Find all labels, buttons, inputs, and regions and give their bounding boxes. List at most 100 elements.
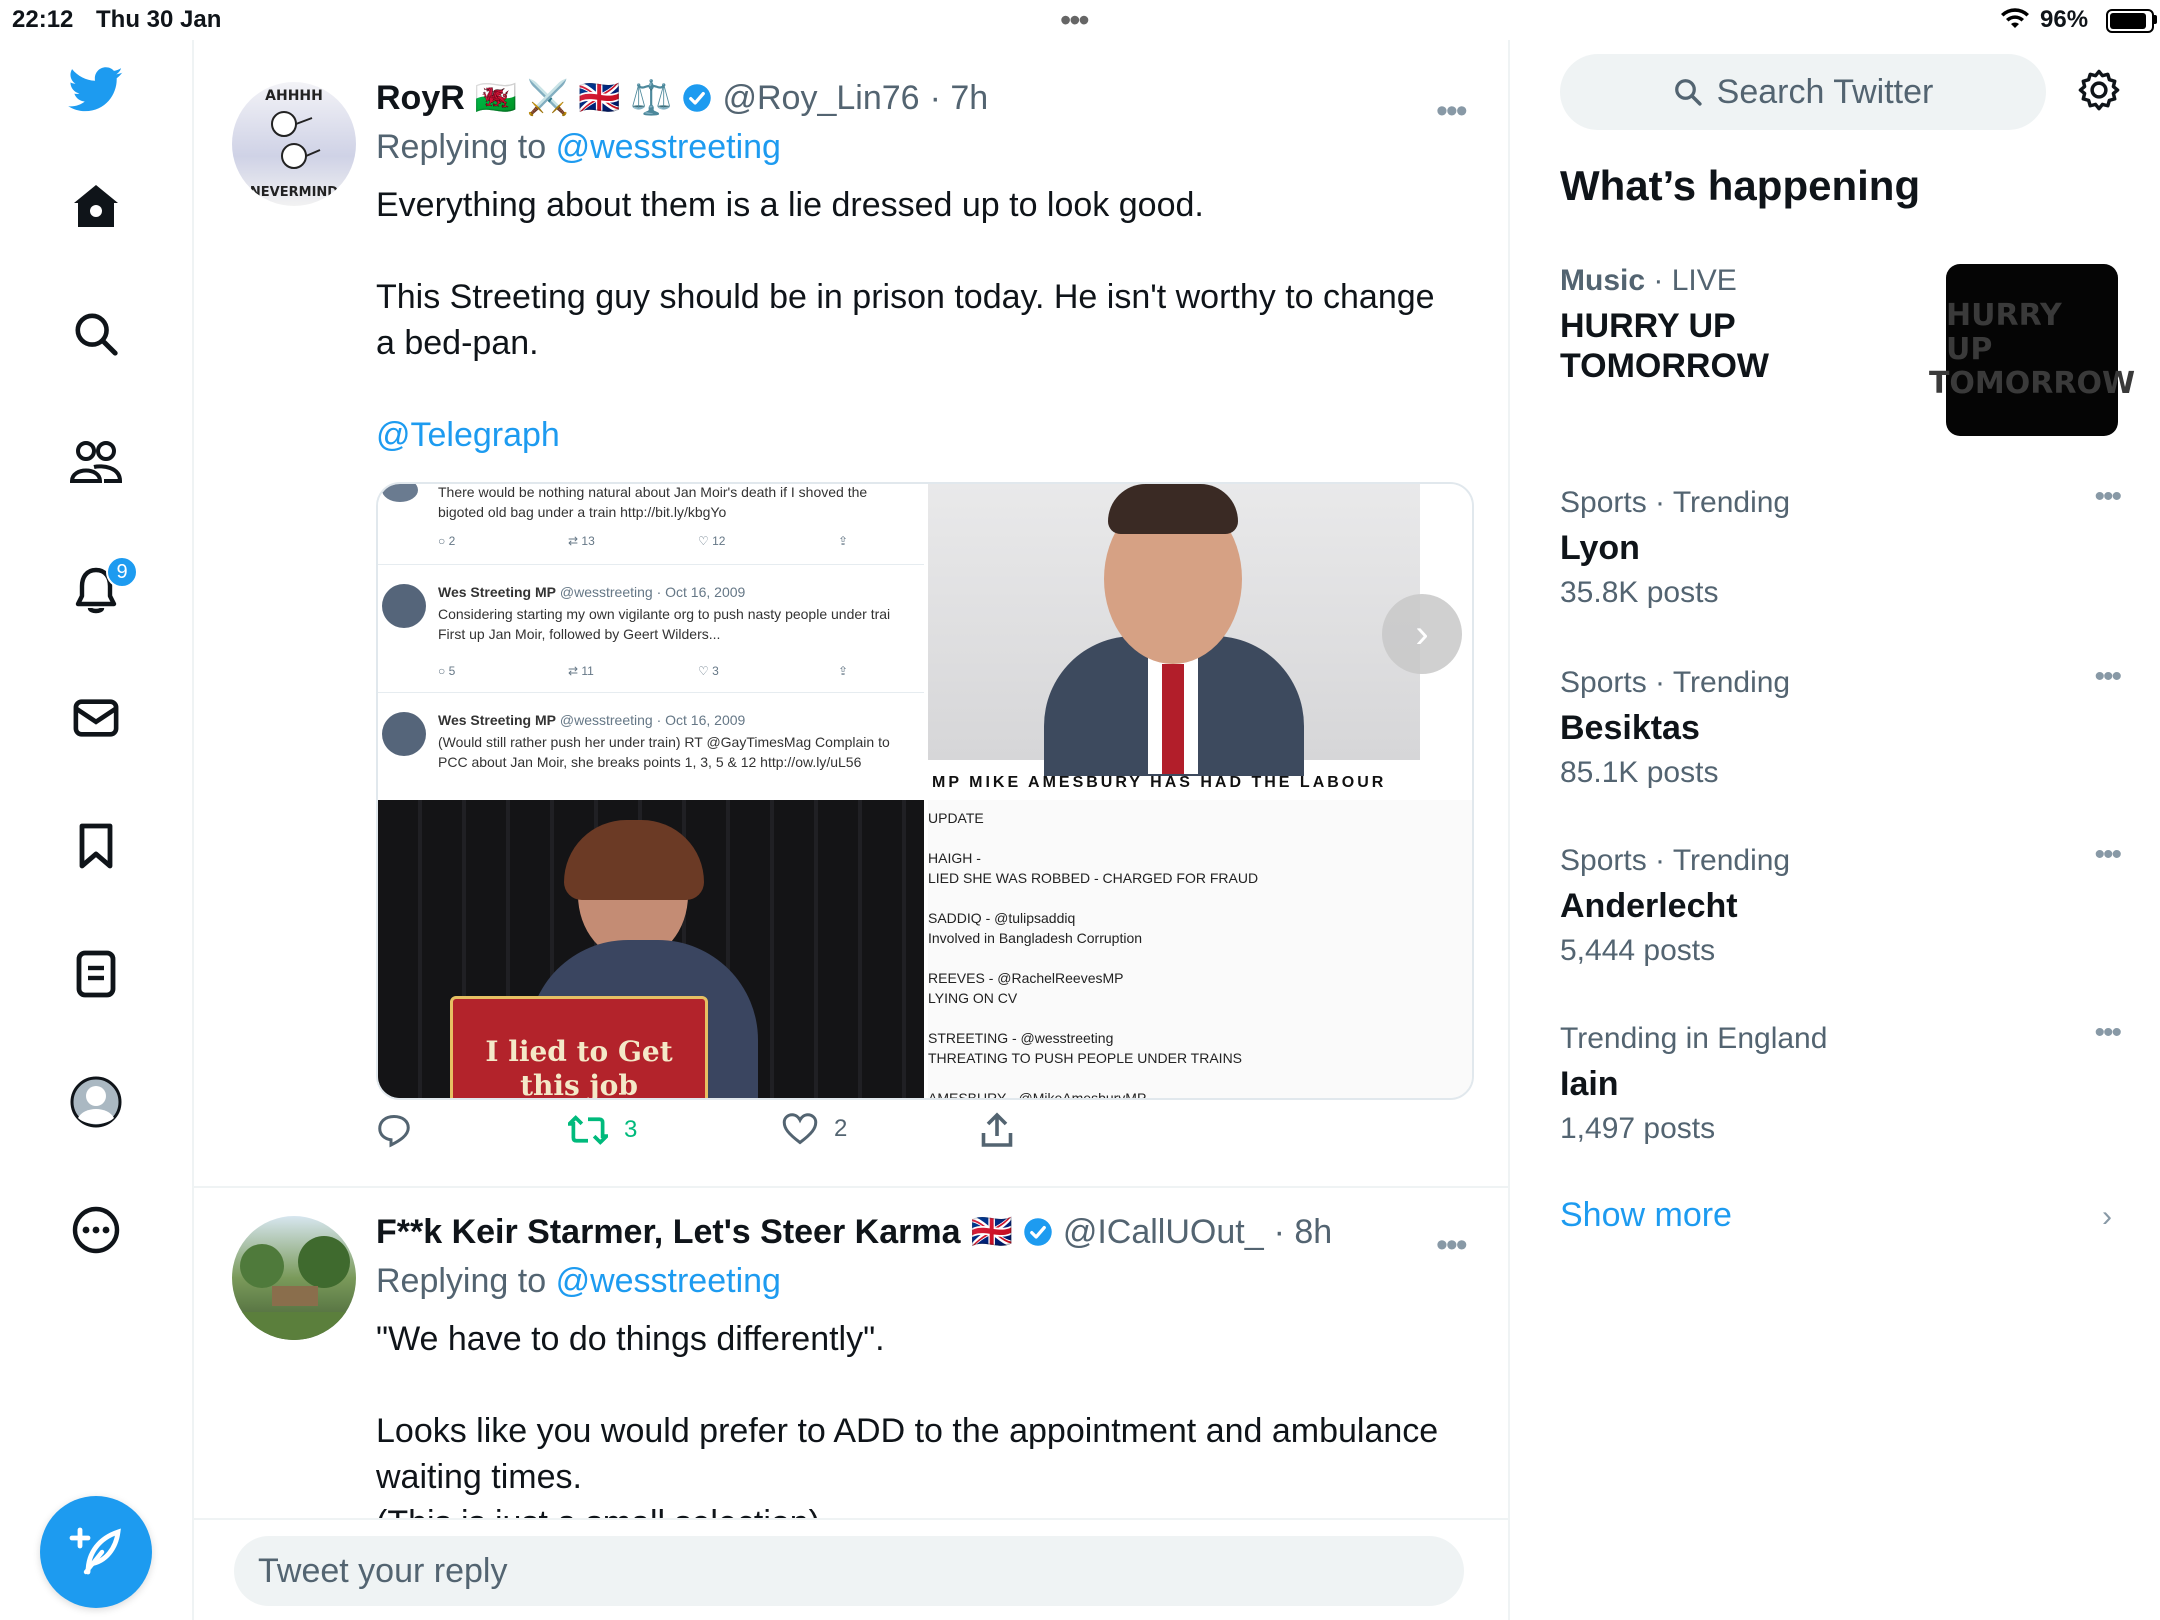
quoted-reply-count: 2 [448,534,456,548]
explore-search-icon[interactable] [60,298,132,370]
media-image-2[interactable]: MP MIKE AMESBURY HAS HAD THE LABOUR › [928,484,1472,796]
compose-tweet-button[interactable] [40,1496,152,1608]
tweet-actions: 3 2 [376,1112,1276,1156]
author-flags: 🇬🇧 [970,1213,1013,1251]
quoted-line: (Would still rather push her under train… [438,734,890,750]
retweet-button[interactable]: 3 [568,1112,637,1148]
trend-category: Sports · Trending [1560,844,1791,877]
tweet-header: RoyR 🏴󠁧󠁢󠁷󠁬󠁳󠁿 ⚔️ 🇬🇧 ⚖️ @Roy_Lin76 · 7h [376,78,988,118]
timeline: AHHHH NEVERMIND RoyR 🏴󠁧󠁢󠁷󠁬󠁳󠁿 ⚔️ 🇬🇧 ⚖️ @R… [194,40,1510,1620]
list-line: STREETING - @wesstreeting [928,1030,1114,1046]
carousel-next-chevron-icon[interactable]: › [1382,594,1462,674]
author-handle[interactable]: @Roy_Lin76 [722,79,919,118]
thumbnail-text: TOMORROW [1928,366,2136,401]
media-image-4[interactable]: UPDATE HAIGH - LIED SHE WAS ROBBED - CHA… [928,800,1472,1098]
verified-badge-icon [683,84,712,112]
tweet-time[interactable]: · 7h [930,79,989,118]
trend-name: Iain [1560,1065,1619,1103]
trend-live-item[interactable]: Music · LIVE HURRY UP TOMORROW HURRY UP … [1560,264,2135,436]
trend-count: 5,444 posts [1560,934,1716,967]
tweet-reply-input[interactable]: Tweet your reply [234,1536,1464,1606]
avatar-icalluout[interactable] [232,1216,356,1340]
trend-category: Sports · Trending [1560,486,1791,519]
media-image-1[interactable]: There would be nothing natural about Jan… [378,484,924,796]
trend-item-anderlecht[interactable]: Sports · Trending Anderlecht 5,444 posts… [1560,838,2122,968]
battery-tip [2154,15,2157,24]
tweet-media-grid[interactable]: There would be nothing natural about Jan… [376,482,1474,1100]
show-more-link[interactable]: Show more [1560,1196,1732,1235]
heart-icon [782,1113,818,1145]
trend-category: Trending in England [1560,1022,1828,1055]
avatar-text-bottom: NEVERMIND [250,185,338,200]
quoted-avatar [382,712,426,756]
messages-envelope-icon[interactable] [60,682,132,754]
quoted-handle: @wesstreeting · Oct 16, 2009 [559,584,746,600]
more-options-icon[interactable] [60,1194,132,1266]
tweet-more-icon[interactable]: ••• [1436,1226,1468,1265]
like-button[interactable]: 2 [782,1112,847,1146]
reply-bar: Tweet your reply [194,1518,1508,1620]
tweet-more-icon[interactable]: ••• [1436,92,1468,131]
quoted-handle: @wesstreeting · Oct 16, 2009 [559,712,746,728]
author-name[interactable]: F**k Keir Starmer, Let's Steer Karma [376,1213,960,1252]
author-handle[interactable]: @ICallUOut_ [1063,1213,1264,1252]
trend-more-icon[interactable]: ••• [2094,660,2121,694]
trend-more-icon[interactable]: ••• [2094,838,2121,872]
trend-more-icon[interactable]: ••• [2094,1016,2121,1050]
trend-item-besiktas[interactable]: Sports · Trending Besiktas 85.1K posts •… [1560,660,2122,790]
author-flags: 🏴󠁧󠁢󠁷󠁬󠁳󠁿 ⚔️ 🇬🇧 ⚖️ [474,79,673,117]
quoted-line: Considering starting my own vigilante or… [438,606,891,622]
live-thumbnail[interactable]: HURRY UP TOMORROW [1929,264,2135,436]
clock: 22:12 [12,6,74,33]
thumbnail-text: HURRY UP [1946,298,2062,367]
list-line: Involved in Bangladesh Corruption [928,930,1143,946]
trend-item-iain[interactable]: Trending in England Iain 1,497 posts ••• [1560,1016,2122,1146]
tweet-paragraph: "We have to do things differently". [376,1320,885,1358]
trend-name: HURRY UP TOMORROW [1560,307,1770,385]
replying-to-link[interactable]: @wesstreeting [556,1262,781,1300]
list-line: AMESBURY - @MikeAmesburyMP [928,1090,1147,1098]
tweet-1[interactable]: AHHHH NEVERMIND RoyR 🏴󠁧󠁢󠁷󠁬󠁳󠁿 ⚔️ 🇬🇧 ⚖️ @R… [194,40,1508,1186]
tweet-time[interactable]: · 8h [1274,1213,1333,1252]
quoted-line: First up Jan Moir, followed by Geert Wil… [438,626,721,642]
red-box: I lied to Get this job [450,996,708,1098]
communities-icon[interactable] [60,426,132,498]
share-icon [981,1112,1013,1147]
list-line: HAIGH - [928,850,981,866]
multitask-dots[interactable]: ••• [1060,2,1090,39]
search-placeholder: Search Twitter [1716,72,1934,111]
search-twitter-input[interactable]: Search Twitter [1560,54,2046,130]
trend-count: 1,497 posts [1560,1112,1716,1145]
avatar-royr[interactable]: AHHHH NEVERMIND [232,82,356,206]
side-navigation: 9 [0,40,194,1620]
list-line: LYING ON CV [928,990,1018,1006]
retweet-icon [568,1115,608,1145]
red-box-text: I lied to Get [485,1035,673,1068]
notifications-bell-icon[interactable]: 9 [60,554,138,626]
profile-icon[interactable] [60,1066,132,1138]
media-image-3[interactable]: I lied to Get this job [378,800,924,1098]
author-name[interactable]: RoyR [376,79,465,118]
red-box-text: this job [520,1069,638,1098]
battery-icon [2106,9,2154,33]
lists-icon[interactable] [60,938,132,1010]
twitter-logo-icon[interactable] [60,54,132,126]
replying-prefix: Replying to [376,1262,547,1300]
home-icon[interactable] [60,170,132,242]
telegraph-mention-link[interactable]: @Telegraph [376,412,1456,458]
right-sidebar: Search Twitter What’s happening Music · … [1510,40,2160,1620]
feather-plus-icon [69,1527,121,1575]
settings-gear-icon[interactable] [2076,68,2122,119]
replying-to-link[interactable]: @wesstreeting [556,128,781,166]
trend-item-lyon[interactable]: Sports · Trending Lyon 35.8K posts ••• [1560,480,2122,610]
status-bar: 22:12 Thu 30 Jan ••• 96% [0,0,2160,40]
date: Thu 30 Jan [96,6,222,33]
trend-name: Lyon [1560,529,1640,567]
bookmarks-icon[interactable] [60,810,132,882]
trend-more-icon[interactable]: ••• [2094,480,2121,514]
avatar-text-top: AHHHH [265,88,323,104]
quoted-like-count: 12 [712,534,726,548]
share-button[interactable] [980,1112,1014,1148]
trend-name: Anderlecht [1560,887,1738,925]
reply-button[interactable] [376,1112,412,1148]
